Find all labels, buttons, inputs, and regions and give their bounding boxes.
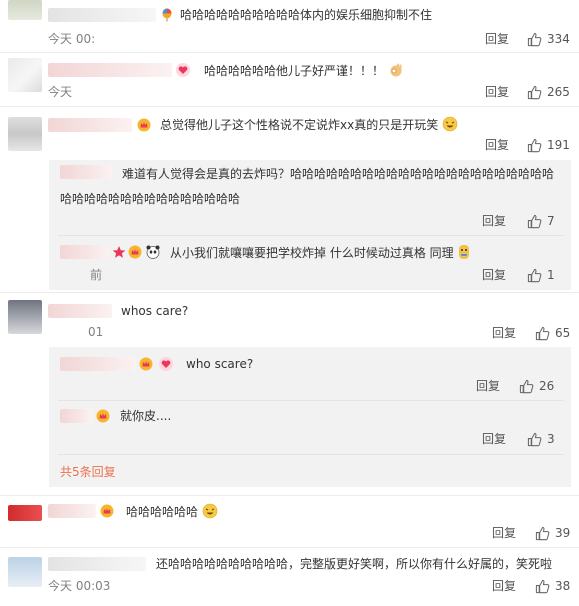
comment-text: 还哈哈哈哈哈哈哈哈哈哈，完整版更好笑啊，所以你有什么好属的，笑死啦 [156, 557, 553, 571]
laughing-face-icon [202, 503, 218, 519]
vip-crown-icon [139, 357, 153, 371]
vip-crown-icon [128, 245, 142, 259]
reply-username[interactable] [60, 409, 92, 423]
comment-time: 今天 [48, 85, 73, 99]
laughing-face-icon [442, 116, 458, 132]
vip-crown-icon [100, 504, 114, 518]
balloon-badge-icon [162, 8, 172, 22]
avatar[interactable] [8, 557, 42, 587]
like-button[interactable]: 1 [527, 267, 555, 283]
thumbs-up-icon [519, 379, 534, 393]
comment-text: 哈哈哈哈哈哈 [126, 503, 218, 520]
like-button[interactable]: 3 [527, 431, 555, 447]
avatar[interactable] [8, 117, 42, 151]
like-count: 7 [547, 214, 555, 228]
reply-button[interactable]: 回复 [482, 268, 506, 282]
comment-time: 今天 00: [48, 32, 96, 46]
username[interactable] [48, 557, 146, 571]
star-badge-icon [112, 246, 126, 258]
vip-crown-icon [96, 409, 110, 423]
reply-button[interactable]: 回复 [492, 526, 516, 540]
comment-time: 01 [88, 325, 104, 339]
reply-button[interactable]: 回复 [485, 138, 509, 152]
reply-divider [58, 454, 564, 455]
reply-button[interactable]: 回复 [476, 379, 500, 393]
like-count: 39 [555, 526, 571, 540]
avatar[interactable] [8, 300, 42, 334]
like-button[interactable]: 38 [535, 578, 570, 594]
username[interactable] [48, 8, 156, 22]
comment-text: 哈哈哈哈哈哈哈哈哈哈体内的娱乐细胞抑制不住 [180, 8, 433, 22]
doge-icon [459, 245, 470, 259]
reply-text: 就你皮.... [120, 409, 172, 423]
thumbs-up-icon [535, 526, 550, 540]
reply-text: who scare? [186, 357, 254, 371]
like-count: 65 [555, 326, 571, 340]
thumbs-up-icon [527, 268, 542, 282]
like-count: 3 [547, 432, 555, 446]
reply-button[interactable]: 回复 [492, 326, 516, 340]
reply-divider [58, 400, 564, 401]
thumbs-up-icon [535, 579, 550, 593]
reply-username[interactable] [60, 245, 110, 259]
thumbs-up-icon [527, 32, 542, 46]
comment-text: 哈哈哈哈哈哈他儿子好严谨！！！ [204, 62, 404, 79]
reply-username[interactable] [60, 357, 136, 371]
username[interactable] [48, 118, 132, 132]
like-count: 1 [547, 268, 555, 282]
like-count: 26 [539, 379, 555, 393]
reply-button[interactable]: 回复 [492, 579, 516, 593]
ok-hand-icon [390, 63, 402, 77]
like-button[interactable]: 26 [519, 378, 554, 394]
vip-crown-icon [137, 118, 151, 132]
divider [0, 292, 579, 293]
thumbs-up-icon [527, 85, 542, 99]
reply-button[interactable]: 回复 [485, 32, 509, 46]
thumbs-up-icon [527, 214, 542, 228]
reply-divider [58, 235, 564, 236]
like-count: 265 [547, 85, 570, 99]
thumbs-up-icon [527, 138, 542, 152]
view-more-replies-link[interactable]: 共5条回复 [60, 465, 116, 479]
like-button[interactable]: 39 [535, 525, 570, 541]
like-count: 191 [547, 138, 570, 152]
like-count: 38 [555, 579, 571, 593]
avatar[interactable] [8, 505, 42, 521]
reply-time: 前 [90, 268, 103, 282]
reply-text: 从小我们就嚷嚷要把学校炸掉 什么时候动过真格 同理 [170, 244, 471, 261]
thumbs-up-icon [527, 432, 542, 446]
comment-time: 今天 00:03 [48, 579, 111, 593]
like-button[interactable]: 191 [527, 137, 570, 153]
reply-username[interactable] [60, 165, 112, 179]
username[interactable] [48, 304, 112, 318]
comment-text: whos care? [121, 304, 189, 318]
like-button[interactable]: 7 [527, 213, 555, 229]
divider [0, 52, 579, 53]
thumbs-up-icon [535, 326, 550, 340]
panda-icon [146, 245, 160, 259]
reply-button[interactable]: 回复 [485, 85, 509, 99]
like-count: 334 [547, 32, 570, 46]
like-button[interactable]: 334 [527, 31, 570, 47]
avatar[interactable] [8, 0, 42, 20]
comment-text: 总觉得他儿子这个性格说不定说炸xx真的只是开玩笑 [160, 116, 458, 133]
reply-button[interactable]: 回复 [482, 214, 506, 228]
divider [0, 547, 579, 548]
username[interactable] [48, 63, 172, 77]
divider [0, 106, 579, 107]
like-button[interactable]: 65 [535, 325, 570, 341]
like-button[interactable]: 265 [527, 84, 570, 100]
reply-text-line1: 难道有人觉得会是真的去炸吗？哈哈哈哈哈哈哈哈哈哈哈哈哈哈哈哈哈哈哈哈哈哈 [122, 167, 555, 181]
avatar[interactable] [8, 58, 42, 92]
reply-text-line2: 哈哈哈哈哈哈哈哈哈哈哈哈哈哈哈 [60, 192, 241, 206]
heart-icon [159, 357, 173, 371]
heart-icon [176, 63, 190, 77]
divider [0, 495, 579, 496]
reply-button[interactable]: 回复 [482, 432, 506, 446]
username[interactable] [48, 504, 96, 518]
